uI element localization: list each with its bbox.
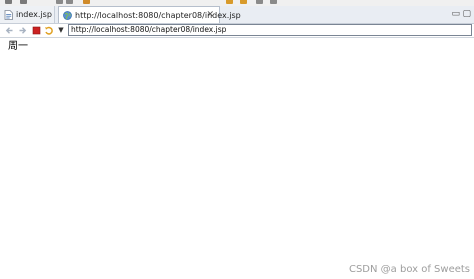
forward-arrow-icon — [19, 27, 26, 34]
toolbar-icon[interactable] — [270, 0, 277, 4]
toolbar-icon[interactable] — [226, 0, 233, 4]
refresh-icon — [45, 26, 53, 35]
refresh-button[interactable] — [44, 25, 54, 36]
maximize-icon[interactable]: ▢ — [462, 10, 471, 19]
history-dropdown-icon[interactable]: ▼ — [56, 25, 66, 36]
toolbar-icon[interactable] — [256, 0, 263, 4]
stop-button[interactable] — [31, 25, 41, 36]
toolbar-icon[interactable] — [20, 0, 27, 4]
tab-label: http://localhost:8080/chapter08/index.js… — [75, 10, 241, 20]
tab-index-jsp[interactable]: index.jsp — [0, 6, 55, 23]
watermark: CSDN @a box of Sweets — [348, 264, 470, 275]
browser-nav-bar: ▼ http://localhost:8080/chapter08/index.… — [0, 24, 474, 37]
back-button[interactable] — [4, 25, 14, 36]
back-arrow-icon — [5, 27, 12, 34]
toolbar-icon[interactable] — [5, 0, 12, 4]
nav-divider — [0, 37, 474, 38]
editor-tab-bar: index.jsp http://localhost:8080/chapter0… — [0, 6, 474, 24]
tab-browser[interactable]: http://localhost:8080/chapter08/index.js… — [58, 6, 241, 23]
tab-label: index.jsp — [16, 10, 52, 19]
minimize-icon[interactable]: ▭ — [451, 10, 460, 19]
globe-icon — [63, 10, 72, 20]
stop-icon — [32, 26, 40, 35]
jsp-file-icon — [4, 9, 13, 20]
page-body-text: 周一 — [8, 41, 28, 52]
toolbar-icon[interactable] — [83, 0, 90, 4]
toolbar-icon[interactable] — [56, 0, 63, 4]
toolbar-icon[interactable] — [240, 0, 247, 4]
toolbar-icon[interactable] — [66, 0, 73, 4]
url-input[interactable]: http://localhost:8080/chapter08/index.js… — [68, 24, 472, 36]
browser-window: index.jsp http://localhost:8080/chapter0… — [0, 0, 474, 279]
close-tab-icon[interactable]: ✕ — [206, 10, 214, 20]
forward-button[interactable] — [17, 25, 27, 36]
